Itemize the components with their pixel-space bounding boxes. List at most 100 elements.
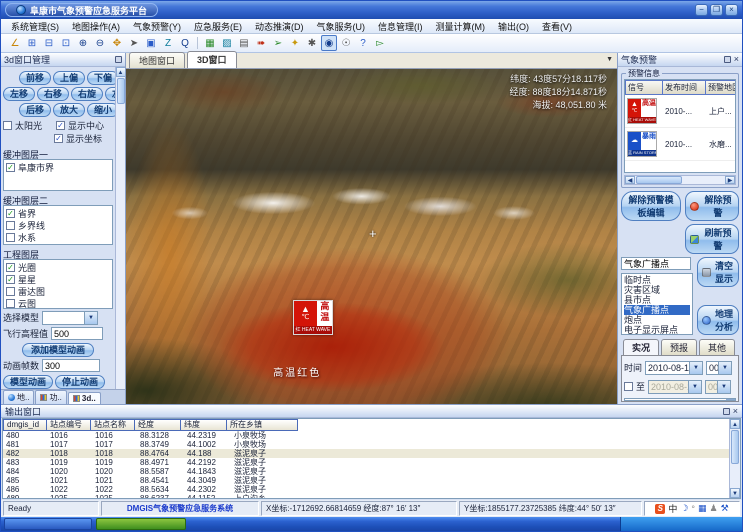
move-back-button[interactable]: 后移 bbox=[19, 103, 51, 117]
table-row[interactable]: 4831019101988.497144.2192滋泥泉子 bbox=[3, 458, 729, 467]
col-dmgis-id[interactable]: dmgis_id bbox=[3, 419, 47, 431]
clear-display-button[interactable]: 清空显示 bbox=[697, 257, 739, 287]
col-longitude[interactable]: 经度 bbox=[134, 419, 181, 431]
left-panel-vscrollbar[interactable]: ▲ bbox=[115, 67, 125, 389]
output-vscrollbar[interactable]: ▲ ▼ bbox=[729, 419, 740, 498]
scroll-thumb[interactable] bbox=[117, 78, 125, 104]
scroll-up-arrow[interactable]: ▲ bbox=[726, 399, 736, 401]
menu-weather-service[interactable]: 气象服务(U) bbox=[311, 20, 372, 33]
layer-checkbox[interactable] bbox=[6, 275, 15, 284]
globe-3d-icon[interactable]: ◉ bbox=[321, 35, 337, 51]
flight-height-input[interactable] bbox=[51, 327, 103, 340]
chevron-down-icon[interactable]: ▼ bbox=[688, 381, 701, 393]
element-list-vscrollbar[interactable]: ▲ bbox=[726, 399, 735, 400]
tab-map-window[interactable]: 地图窗口 bbox=[129, 52, 185, 68]
menu-map-ops[interactable]: 地图操作(A) bbox=[66, 20, 126, 33]
tab-other[interactable]: 其他 bbox=[699, 339, 735, 355]
layer-checkbox[interactable] bbox=[6, 299, 15, 308]
col-station-name[interactable]: 站点名称 bbox=[90, 419, 135, 431]
col-latitude[interactable]: 纬度 bbox=[180, 419, 227, 431]
element-item[interactable]: 降水 bbox=[627, 400, 724, 401]
menu-view[interactable]: 查看(V) bbox=[536, 20, 578, 33]
zoom-in-3d-button[interactable]: 放大 bbox=[53, 103, 85, 117]
hour2-combo[interactable]: 00▼ bbox=[705, 380, 731, 394]
sogou-icon[interactable]: S bbox=[655, 504, 665, 514]
col-publish-time[interactable]: 发布时间 bbox=[662, 80, 706, 95]
pin-icon[interactable] bbox=[723, 408, 730, 415]
map-3d-canvas[interactable]: 纬度: 43度57分18.117秒 经度: 88度18分14.871秒 海拔: … bbox=[126, 69, 617, 404]
chinese-mode-icon[interactable]: 中 bbox=[668, 502, 677, 515]
minimize-button[interactable]: − bbox=[695, 4, 708, 16]
menu-info[interactable]: 信息管理(I) bbox=[372, 20, 429, 33]
scroll-right-arrow[interactable]: ▶ bbox=[725, 176, 735, 184]
zoom-out-icon[interactable]: ⊖ bbox=[92, 35, 108, 51]
print-icon[interactable]: ▤ bbox=[236, 35, 252, 51]
warning-table-hscrollbar[interactable]: ◀ ▶ bbox=[624, 175, 736, 185]
layer-item[interactable]: 乡界线 bbox=[6, 219, 110, 231]
help-icon[interactable]: ? bbox=[355, 35, 371, 51]
poi-item[interactable]: 电子显示屏点 bbox=[624, 325, 690, 335]
menu-emergency[interactable]: 应急服务(E) bbox=[188, 20, 248, 33]
settings-icon[interactable]: ✱ bbox=[304, 35, 320, 51]
poi-item[interactable]: 炮点 bbox=[624, 315, 690, 325]
layer-item[interactable]: 云图 bbox=[6, 297, 110, 309]
menu-dynamic[interactable]: 动态推演(D) bbox=[249, 20, 310, 33]
taskbar-app-button[interactable] bbox=[4, 518, 92, 530]
move-left-button[interactable]: 左移 bbox=[3, 87, 35, 101]
rotate-right-button[interactable]: 右旋 bbox=[71, 87, 103, 101]
layer-checkbox[interactable] bbox=[6, 163, 15, 172]
table-row[interactable]: 4801016101688.312844.2319小泉牧场 bbox=[3, 431, 729, 440]
poi-item[interactable]: 临时点 bbox=[624, 275, 690, 285]
col-station-no[interactable]: 站点编号 bbox=[46, 419, 91, 431]
scroll-left-arrow[interactable]: ◀ bbox=[625, 176, 635, 184]
tab-forecast[interactable]: 预报 bbox=[661, 339, 697, 355]
basemap-icon[interactable]: ▦ bbox=[202, 35, 218, 51]
warning-row-heat[interactable]: ▲℃ 高温 红 HEAT WAVE 2010-... 上户... bbox=[625, 95, 735, 128]
close-icon[interactable]: × bbox=[734, 56, 739, 63]
layer-item[interactable]: 光圈 bbox=[6, 261, 110, 273]
menu-measure[interactable]: 测量计算(M) bbox=[430, 20, 492, 33]
move-right-button[interactable]: 右移 bbox=[37, 87, 69, 101]
layer-item[interactable]: 星星 bbox=[6, 273, 110, 285]
identify-icon[interactable]: Q bbox=[177, 35, 193, 51]
chevron-down-icon[interactable]: ▼ bbox=[689, 362, 702, 374]
pin-icon[interactable] bbox=[115, 56, 122, 63]
scroll-down-arrow[interactable]: ▼ bbox=[730, 488, 740, 498]
poi-item-selected[interactable]: 气象广播点 bbox=[624, 305, 690, 315]
select-icon[interactable]: ➤ bbox=[126, 35, 142, 51]
menu-output[interactable]: 输出(O) bbox=[492, 20, 535, 33]
zoom-out-window-icon[interactable]: ⊟ bbox=[41, 35, 57, 51]
measure-icon[interactable]: ∠ bbox=[7, 35, 23, 51]
add-model-anim-button[interactable]: 添加模型动画 bbox=[22, 343, 94, 357]
tab-live[interactable]: 实况 bbox=[623, 339, 659, 355]
date-combo[interactable]: 2010-08-13▼ bbox=[645, 361, 703, 375]
col-signal[interactable]: 信号 bbox=[625, 80, 663, 95]
zoom-in-icon[interactable]: ⊕ bbox=[75, 35, 91, 51]
show-coords-checkbox[interactable] bbox=[54, 134, 63, 143]
stop-anim-button[interactable]: 停止动画 bbox=[55, 375, 105, 389]
previous-view-icon[interactable]: Z bbox=[160, 35, 176, 51]
chevron-down-icon[interactable]: ▼ bbox=[717, 381, 730, 393]
show-center-checkbox[interactable] bbox=[56, 121, 65, 130]
move-forward-button[interactable]: 前移 bbox=[19, 71, 51, 85]
fly-icon[interactable]: ➢ bbox=[270, 35, 286, 51]
close-icon[interactable]: × bbox=[733, 408, 738, 415]
soft-keyboard-icon[interactable]: ▦ bbox=[698, 503, 707, 514]
layer-item[interactable]: 阜康市界 bbox=[6, 161, 110, 173]
layer-item[interactable]: 雷达图 bbox=[6, 285, 110, 297]
close-button[interactable]: × bbox=[725, 4, 738, 16]
scroll-thumb[interactable] bbox=[636, 176, 682, 184]
sunlight-checkbox[interactable] bbox=[3, 121, 12, 130]
layer-checkbox[interactable] bbox=[6, 209, 15, 218]
zoom-in-window-icon[interactable]: ⊞ bbox=[24, 35, 40, 51]
menu-system[interactable]: 系统管理(S) bbox=[5, 20, 65, 33]
layer-checkbox[interactable] bbox=[6, 287, 15, 296]
geo-analysis-button[interactable]: 地理分析 bbox=[697, 305, 739, 335]
refresh-warning-button[interactable]: 刷新预警 bbox=[685, 224, 739, 254]
tab-list-dropdown-icon[interactable]: ▼ bbox=[606, 56, 613, 63]
table-row[interactable]: 4861022102288.563444.2302滋泥泉子 bbox=[3, 485, 729, 494]
eye-icon[interactable]: ☉ bbox=[338, 35, 354, 51]
tab-map-layers[interactable]: 地.. bbox=[3, 390, 34, 404]
table-row[interactable]: 4891025102588.623744.1152上户沟乡 bbox=[3, 494, 729, 498]
remove-template-edit-button[interactable]: 解除预警模板编辑 bbox=[621, 191, 681, 221]
